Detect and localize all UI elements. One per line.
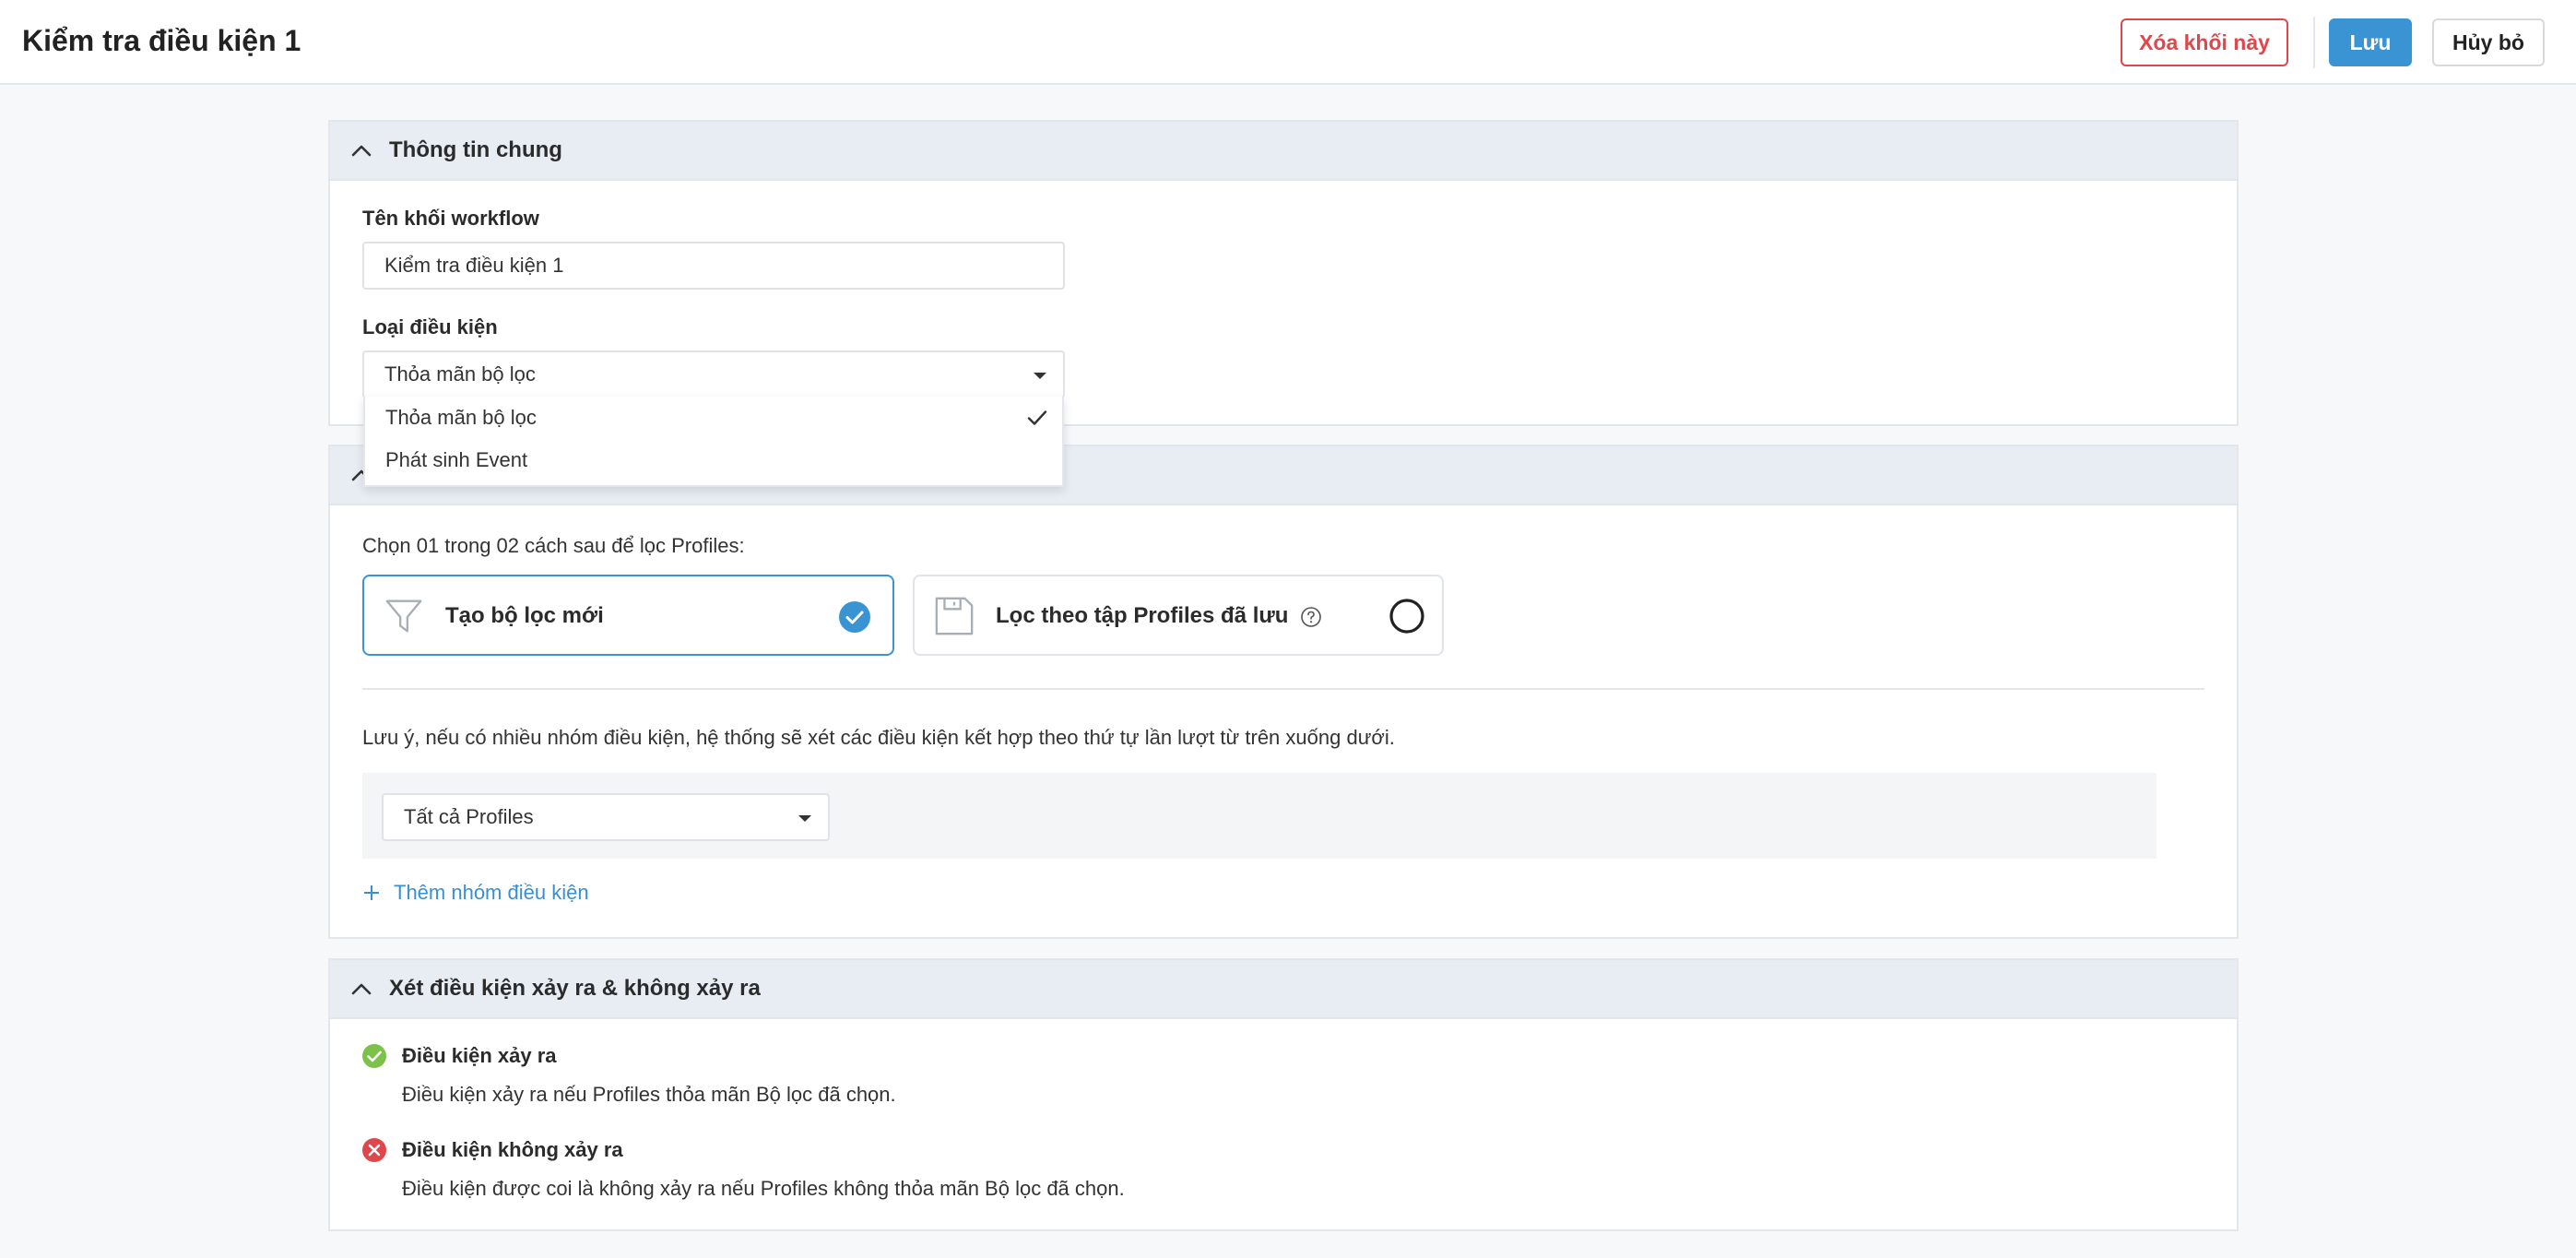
workflow-name-label: Tên khối workflow (362, 207, 539, 230)
condition-met-title: Điều kiện xảy ra (402, 1044, 557, 1067)
dropdown-option-filter[interactable]: Thỏa mãn bộ lọc (365, 397, 1062, 439)
general-info-header[interactable]: Thông tin chung (330, 122, 2237, 181)
filter-panel (328, 445, 2239, 939)
filter-note: Lưu ý, nếu có nhiều nhóm điều kiện, hệ t… (362, 726, 1395, 749)
error-icon (362, 1138, 386, 1162)
condition-type-label: Loại điều kiện (362, 315, 498, 338)
profile-scope-select[interactable]: Tất cả Profiles (382, 793, 830, 841)
caret-down-icon (1034, 373, 1046, 379)
page-title: Kiểm tra điều kiện 1 (22, 24, 301, 57)
save-disk-icon (935, 597, 974, 635)
section-title: Thông tin chung (389, 137, 562, 162)
save-button[interactable]: Lưu (2329, 18, 2412, 66)
caret-down-icon (798, 815, 811, 822)
delete-block-button[interactable]: Xóa khối này (2121, 18, 2288, 66)
option-new-filter[interactable]: Tạo bộ lọc mới (362, 575, 894, 656)
condition-met-desc: Điều kiện xảy ra nếu Profiles thỏa mãn B… (402, 1083, 896, 1106)
funnel-icon (385, 599, 422, 633)
section-title: Xét điều kiện xảy ra & không xảy ra (389, 976, 761, 1001)
condition-met-row: Điều kiện xảy ra Điều kiện xảy ra nếu Pr… (402, 1044, 896, 1107)
top-bar: Kiểm tra điều kiện 1 Xóa khối này Lưu Hủ… (0, 0, 2576, 85)
add-condition-group-link[interactable]: Thêm nhóm điều kiện (362, 881, 589, 905)
workflow-name-input[interactable] (362, 242, 1065, 290)
condition-type-select[interactable]: Thỏa mãn bộ lọc (362, 350, 1065, 398)
condition-not-met-row: Điều kiện không xảy ra Điều kiện được co… (402, 1138, 1125, 1201)
plus-icon (364, 885, 379, 900)
header-divider (2313, 17, 2315, 68)
option-saved-profiles[interactable]: Lọc theo tập Profiles đã lưu (913, 575, 1444, 656)
dropdown-option-label: Phát sinh Event (385, 448, 528, 471)
condition-type-value: Thỏa mãn bộ lọc (384, 362, 536, 386)
dropdown-option-event[interactable]: Phát sinh Event (365, 439, 1062, 481)
check-icon (1027, 410, 1047, 425)
cancel-button[interactable]: Hủy bỏ (2432, 18, 2545, 66)
help-icon[interactable] (1300, 606, 1322, 628)
dropdown-option-label: Thỏa mãn bộ lọc (385, 406, 537, 429)
unchecked-circle-icon (1389, 599, 1424, 634)
condition-type-dropdown: Thỏa mãn bộ lọc Phát sinh Event (363, 397, 1064, 487)
outcome-header[interactable]: Xét điều kiện xảy ra & không xảy ra (330, 960, 2237, 1019)
add-condition-group-label: Thêm nhóm điều kiện (394, 881, 589, 904)
filter-intro: Chọn 01 trong 02 cách sau để lọc Profile… (362, 534, 745, 557)
condition-not-met-title: Điều kiện không xảy ra (402, 1138, 623, 1161)
checked-circle-icon (839, 601, 870, 633)
filter-divider (362, 688, 2204, 690)
option-saved-profiles-label: Lọc theo tập Profiles đã lưu (996, 603, 1289, 628)
option-new-filter-label: Tạo bộ lọc mới (445, 603, 604, 628)
chevron-up-icon (351, 983, 372, 995)
success-icon (362, 1044, 386, 1068)
chevron-up-icon (351, 145, 372, 157)
condition-not-met-desc: Điều kiện được coi là không xảy ra nếu P… (402, 1177, 1125, 1200)
profile-scope-value: Tất cả Profiles (404, 805, 534, 828)
